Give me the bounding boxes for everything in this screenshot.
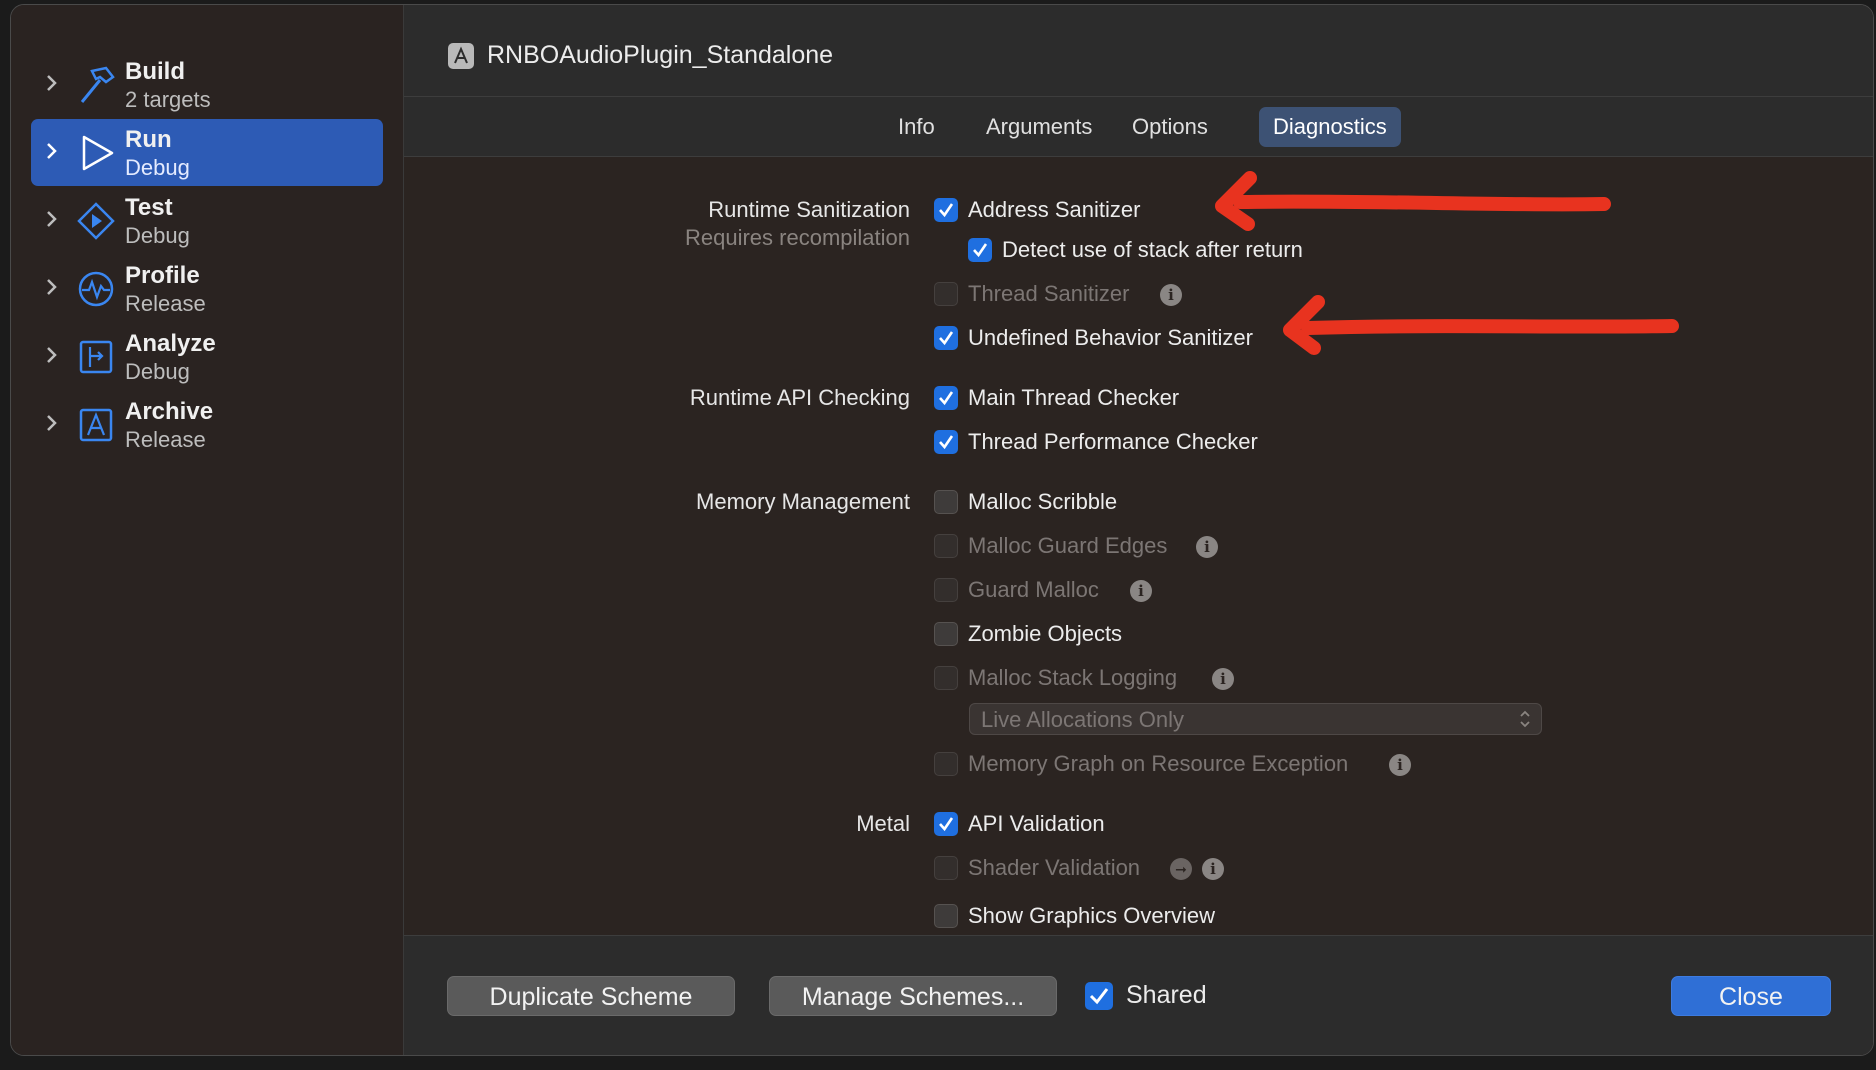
memory-graph-label: Memory Graph on Resource Exception: [968, 751, 1349, 776]
stack-after-return-label: Detect use of stack after return: [1002, 237, 1303, 262]
malloc-guard-edges-checkbox: [934, 534, 958, 558]
tab-bar: Info Arguments Options Diagnostics: [404, 97, 1873, 157]
thread-sanitizer-checkbox: [934, 282, 958, 306]
stack-after-return-checkbox[interactable]: [968, 238, 992, 262]
tab-diagnostics[interactable]: Diagnostics: [1259, 107, 1401, 147]
diagnostics-content: Runtime Sanitization Requires recompilat…: [404, 157, 1873, 937]
manage-schemes-button[interactable]: Manage Schemes...: [769, 976, 1057, 1016]
malloc-scribble-checkbox[interactable]: [934, 490, 958, 514]
sidebar-item-title: Analyze: [125, 330, 216, 357]
api-validation-checkbox[interactable]: [934, 812, 958, 836]
zombie-objects-label: Zombie Objects: [968, 621, 1123, 646]
sidebar-item-run[interactable]: Run Debug: [31, 119, 383, 186]
main-thread-checker-label: Main Thread Checker: [968, 385, 1180, 410]
dialog-footer: Duplicate Scheme Manage Schemes... Share…: [404, 935, 1873, 1055]
sidebar-item-test[interactable]: Test Debug: [31, 187, 383, 254]
requires-recompilation-note: Requires recompilation: [685, 225, 910, 250]
sidebar-item-title: Profile: [125, 262, 200, 289]
thread-performance-checker-checkbox[interactable]: [934, 430, 958, 454]
shared-checkbox[interactable]: [1085, 982, 1113, 1010]
app-target-icon: [448, 43, 474, 69]
tab-options[interactable]: Options: [1118, 107, 1222, 147]
shader-validation-label: Shader Validation: [968, 855, 1141, 880]
sidebar-item-subtitle: Debug: [125, 155, 190, 180]
malloc-stack-logging-label: Malloc Stack Logging: [968, 665, 1178, 690]
memory-graph-checkbox: [934, 752, 958, 776]
chevron-right-icon[interactable]: [45, 139, 59, 163]
close-button[interactable]: Close: [1671, 976, 1831, 1016]
runtime-sanitization-label: Runtime Sanitization: [708, 197, 910, 222]
sidebar-item-title: Build: [125, 58, 185, 85]
ub-sanitizer-checkbox[interactable]: [934, 326, 958, 350]
metal-label: Metal: [856, 811, 910, 836]
tab-arguments[interactable]: Arguments: [972, 107, 1106, 147]
sidebar-item-subtitle: Release: [125, 291, 206, 316]
sidebar-item-title: Archive: [125, 398, 214, 425]
sidebar-item-subtitle: Debug: [125, 223, 190, 248]
tab-info[interactable]: Info: [884, 107, 949, 147]
info-icon[interactable]: i: [1196, 536, 1218, 558]
sidebar-item-subtitle: 2 targets: [125, 87, 211, 112]
guard-malloc-label: Guard Malloc: [968, 577, 1099, 602]
sidebar-item-analyze[interactable]: Analyze Debug: [31, 323, 383, 390]
info-icon[interactable]: i: [1389, 754, 1411, 776]
profile-gauge-icon: [78, 271, 114, 307]
address-sanitizer-checkbox[interactable]: [934, 198, 958, 222]
graphics-overview-checkbox[interactable]: [934, 904, 958, 928]
thread-sanitizer-label: Thread Sanitizer: [968, 281, 1130, 306]
go-arrow-icon[interactable]: ➞: [1170, 858, 1192, 880]
chevron-right-icon[interactable]: [45, 207, 59, 231]
info-icon[interactable]: i: [1212, 668, 1234, 690]
guard-malloc-checkbox: [934, 578, 958, 602]
graphics-overview-label: Show Graphics Overview: [968, 903, 1215, 928]
memory-management-label: Memory Management: [696, 489, 910, 514]
chevron-right-icon[interactable]: [45, 343, 59, 367]
chevron-right-icon[interactable]: [45, 275, 59, 299]
api-validation-label: API Validation: [968, 811, 1105, 836]
sidebar-item-archive[interactable]: Archive Release: [31, 391, 383, 458]
target-name: RNBOAudioPlugin_Standalone: [487, 41, 834, 69]
test-diamond-icon: [77, 202, 115, 240]
info-icon[interactable]: i: [1130, 580, 1152, 602]
target-header: RNBOAudioPlugin_Standalone: [404, 5, 1873, 97]
sidebar-item-title: Run: [125, 126, 172, 153]
archive-icon: [79, 408, 113, 442]
malloc-guard-edges-label: Malloc Guard Edges: [968, 533, 1168, 558]
sidebar-item-title: Test: [125, 194, 173, 221]
duplicate-scheme-button[interactable]: Duplicate Scheme: [447, 976, 735, 1016]
chevron-right-icon[interactable]: [45, 71, 59, 95]
sidebar-item-subtitle: Release: [125, 427, 206, 452]
stack-logging-mode-select: Live Allocations Only: [969, 703, 1542, 735]
hammer-icon: [80, 66, 115, 103]
analyze-icon: [79, 340, 113, 374]
runtime-api-checking-label: Runtime API Checking: [689, 385, 910, 410]
sidebar-item-subtitle: Debug: [125, 359, 190, 384]
main-thread-checker-checkbox[interactable]: [934, 386, 958, 410]
sidebar-item-build[interactable]: Build 2 targets: [31, 51, 383, 118]
stack-logging-mode-value: Live Allocations Only: [981, 707, 1184, 732]
scheme-actions-sidebar: Build 2 targets Run Debug Test Debug Pro…: [11, 5, 404, 1055]
chevron-right-icon[interactable]: [45, 411, 59, 435]
shared-label: Shared: [1126, 981, 1207, 1009]
malloc-stack-logging-checkbox: [934, 666, 958, 690]
shader-validation-checkbox: [934, 856, 958, 880]
info-icon[interactable]: i: [1160, 284, 1182, 306]
malloc-scribble-label: Malloc Scribble: [968, 489, 1118, 514]
sidebar-item-profile[interactable]: Profile Release: [31, 255, 383, 322]
address-sanitizer-label: Address Sanitizer: [968, 197, 1141, 222]
info-icon[interactable]: i: [1202, 858, 1224, 880]
up-down-chevron-icon: [1520, 710, 1530, 728]
thread-performance-checker-label: Thread Performance Checker: [968, 429, 1258, 454]
scheme-editor-window: Build 2 targets Run Debug Test Debug Pro…: [10, 4, 1874, 1056]
scheme-detail-pane: RNBOAudioPlugin_Standalone Info Argument…: [404, 5, 1873, 1055]
play-icon: [82, 135, 114, 171]
ub-sanitizer-label: Undefined Behavior Sanitizer: [968, 325, 1253, 350]
zombie-objects-checkbox[interactable]: [934, 622, 958, 646]
